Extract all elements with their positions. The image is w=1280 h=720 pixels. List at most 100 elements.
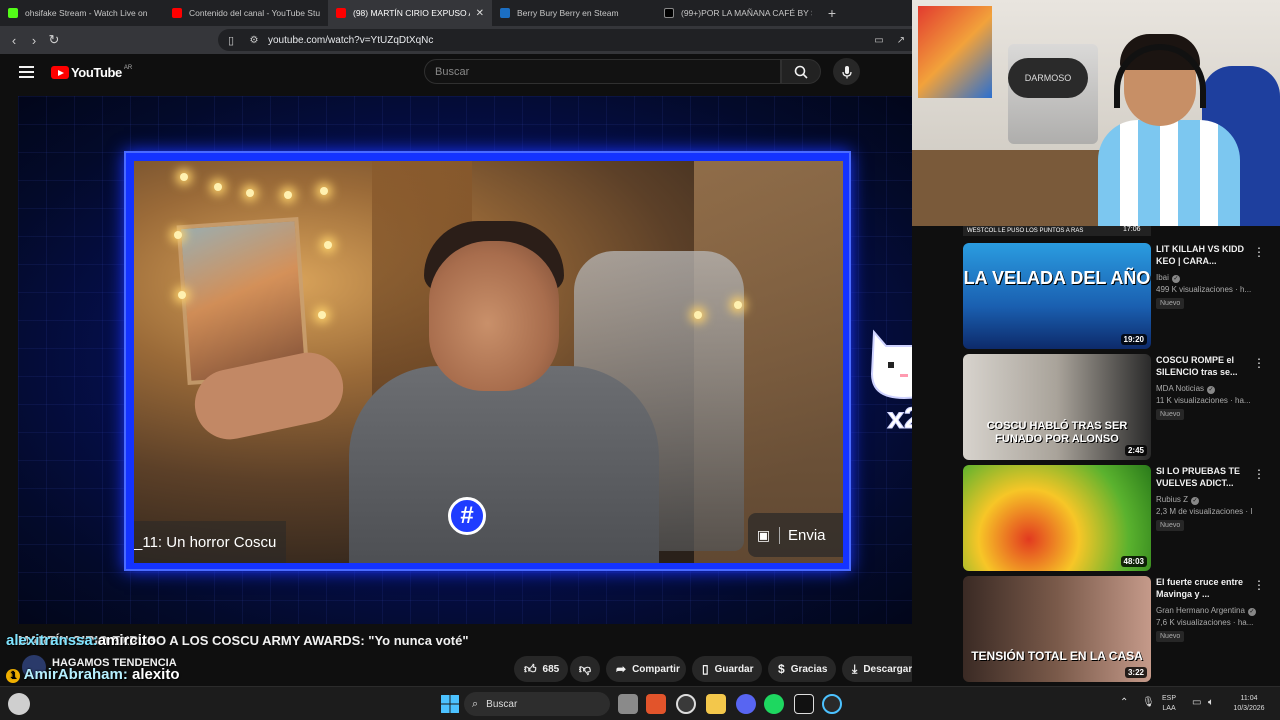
tab-title: ohsifake Stream - Watch Live on [25,8,148,18]
thumbnail-text: TENSIÓN TOTAL EN LA CASA [971,649,1143,663]
new-badge: Nuevo [1156,298,1185,309]
app-icon[interactable] [822,694,842,714]
new-tab-button[interactable]: + [820,5,844,21]
recommendation-item[interactable]: 48:03 SI LO PRUEBAS TE VUELVES ADICT... … [963,465,1273,571]
search-icon [794,65,808,79]
send-message-box: ▣ Envia [748,513,843,557]
partial-thumbnail-duration: 17:06 [1123,226,1141,233]
browser-tab[interactable]: Berry Bury Berry en Steam [492,0,656,26]
super-thanks-icon: $ [778,662,785,676]
country-code: AR [123,64,133,71]
save-label: Guardar [714,663,754,675]
url-field[interactable]: ▯ ⚙ youtube.com/watch?v=YtUZqDtXqNc ▭ ↗ [218,29,912,51]
channel-name[interactable]: Rubius Z ✓ [1156,495,1200,505]
thumbs-down-icon: 👎︎ [578,661,592,676]
browser-tab[interactable]: ohsifake Stream - Watch Live on [0,0,164,26]
microphone-tray-icon[interactable]: 🎙︎ [1142,698,1155,708]
reload-icon[interactable]: ↻ [44,32,64,48]
logo-text: YouTube [71,65,122,80]
download-icon: ⤓ [852,661,858,676]
recommendation-item[interactable]: COSCU HABLÓ TRAS SER FUNADO POR ALONSO 2… [963,354,1273,460]
view-count: 7,6 K visualizaciones · ha... [1156,618,1254,627]
browser-tab-active[interactable]: (98) MARTÍN CIRIO EXPUSO A ✕ [328,0,492,26]
recommendation-item[interactable]: LA VELADA DEL AÑO 19:20 LIT KILLAH VS KI… [963,243,1273,349]
more-options-icon[interactable]: ⋮ [1253,467,1265,481]
recommendation-item[interactable]: TENSIÓN TOTAL EN LA CASA 3:22 El fuerte … [963,576,1273,682]
download-button[interactable]: ⤓ Descargar [842,656,922,682]
cat-widget-icon[interactable] [8,693,30,715]
like-button[interactable]: 👍︎ 685 [514,656,568,682]
file-explorer-icon[interactable] [706,694,726,714]
youtube-studio-icon [172,8,182,18]
more-options-icon[interactable]: ⋮ [1253,245,1265,259]
tiktok-icon [664,8,674,18]
task-view-icon[interactable] [618,694,638,714]
menu-icon[interactable] [19,66,34,78]
tray-chevron-icon[interactable]: ⌃ [1120,698,1128,708]
video-title[interactable]: LIT KILLAH VS KIDD KEO | CARA... [1156,243,1246,267]
taskbar-search[interactable]: ⌕ Buscar [464,692,610,716]
video-thumbnail[interactable]: COSCU HABLÓ TRAS SER FUNADO POR ALONSO 2… [963,354,1151,460]
video-thumbnail[interactable]: LA VELADA DEL AÑO 19:20 [963,243,1151,349]
channel-name[interactable]: MDA Noticias ✓ [1156,384,1216,394]
chat-icon: ▣ [748,526,780,544]
more-options-icon[interactable]: ⋮ [1253,356,1265,370]
browser-tab[interactable]: Contenido del canal - YouTube Studi [164,0,328,26]
video-duration: 3:22 [1124,667,1147,678]
github-icon[interactable] [676,694,696,714]
kick-icon [8,8,18,18]
brave-browser-icon[interactable] [646,694,666,714]
thanks-button[interactable]: $ Gracias [768,656,836,682]
video-title[interactable]: El fuerte cruce entre Mavinga y ... [1156,576,1246,600]
send-label: Envia [788,526,826,544]
stream-caption: _11: Un horror Coscu [134,521,287,563]
volume-icon[interactable]: 🔈︎ [1208,698,1214,708]
chat-text: amircito [97,632,157,649]
channel-name[interactable]: Ibai ✓ [1156,273,1180,283]
forward-icon[interactable]: › [24,33,44,48]
search-button[interactable] [781,59,821,84]
search-placeholder: Buscar [435,65,470,78]
cast-icon[interactable]: ▭ [868,35,890,46]
share-icon[interactable]: ↗ [890,35,912,46]
video-duration: 48:03 [1120,556,1147,567]
windows-start-icon[interactable] [440,694,460,714]
address-bar: ‹ › ↻ ▯ ⚙ youtube.com/watch?v=YtUZqDtXqN… [0,26,912,54]
windows-taskbar: ⌕ Buscar ⌃ 🎙︎ ESP LAA ▭ 🔈︎ 11:04 10/3/202… [0,686,1280,720]
like-count: 685 [542,663,560,675]
bookmark-icon[interactable]: ▯ [218,34,244,47]
taskbar-search-placeholder: Buscar [486,698,518,710]
chat-badge: 1 [6,669,20,683]
language-indicator[interactable]: ESP LAA [1162,694,1176,714]
video-thumbnail[interactable]: TENSIÓN TOTAL EN LA CASA 3:22 [963,576,1151,682]
video-player[interactable]: _11: Un horror Coscu ▣ Envia [18,96,912,624]
new-badge: Nuevo [1156,520,1185,531]
video-thumbnail[interactable]: 48:03 [963,465,1151,571]
verified-icon: ✓ [1171,275,1180,283]
close-tab-icon[interactable]: ✕ [470,8,484,19]
video-title[interactable]: COSCU ROMPE el SILENCIO tras se... [1156,354,1246,378]
hashtag-logo-icon: # [448,497,486,535]
channel-name[interactable]: Gran Hermano Argentina ✓ [1156,606,1256,616]
site-info-icon[interactable]: ⚙ [244,35,264,46]
chat-text: alexito [131,666,180,683]
browser-tab[interactable]: (99+)POR LA MAÑANA CAFÉ BY SEB [656,0,820,26]
chat-message: 1 AmirAbraham: alexito [6,666,180,683]
more-options-icon[interactable]: ⋮ [1253,578,1265,592]
voice-search-button[interactable] [833,58,860,85]
dislike-button[interactable]: 👎︎ [570,656,600,682]
network-icon[interactable]: ▭ [1192,698,1201,708]
back-icon[interactable]: ‹ [4,33,24,48]
keyboard-layout: LAA [1162,705,1176,712]
search-input[interactable]: Buscar [424,59,781,84]
save-button[interactable]: ▯ Guardar [692,656,762,682]
clock[interactable]: 11:04 10/3/2026 [1226,694,1272,714]
share-button[interactable]: ➦ Compartir [606,656,686,682]
spotify-icon[interactable] [764,694,784,714]
video-content: _11: Un horror Coscu ▣ Envia [134,161,843,563]
discord-icon[interactable] [736,694,756,714]
capcut-icon[interactable] [794,694,814,714]
youtube-logo[interactable]: YouTube AR [51,65,132,80]
url-text: youtube.com/watch?v=YtUZqDtXqNc [268,34,434,46]
video-title[interactable]: SI LO PRUEBAS TE VUELVES ADICT... [1156,465,1246,489]
